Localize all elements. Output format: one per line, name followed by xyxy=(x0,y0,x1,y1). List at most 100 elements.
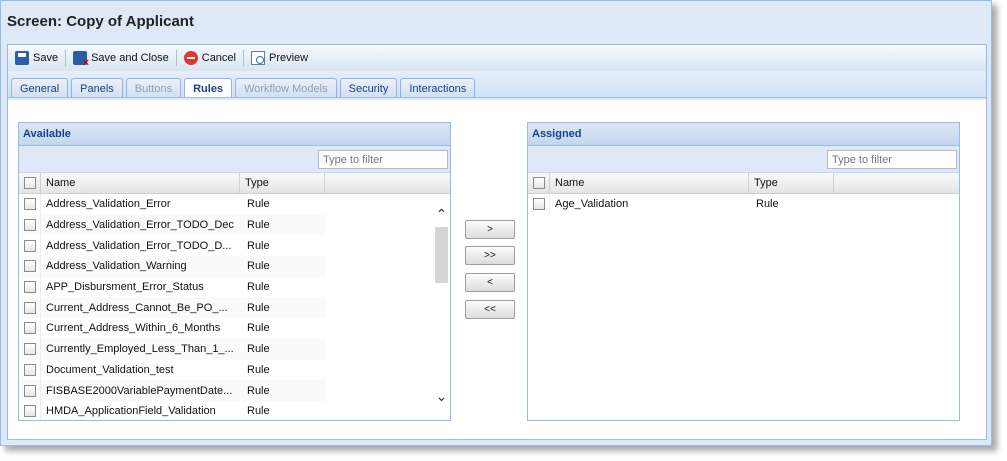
rule-name: Address_Validation_Error_TODO_Dec xyxy=(46,219,234,232)
rule-type: Rule xyxy=(756,198,779,211)
save-button[interactable]: Save xyxy=(12,48,61,68)
save-button-label: Save xyxy=(33,52,59,64)
available-select-all[interactable] xyxy=(19,173,41,193)
row-checkbox-cell[interactable] xyxy=(19,276,41,298)
assigned-filter-bar xyxy=(528,146,959,173)
row-checkbox-cell[interactable] xyxy=(19,297,41,319)
row-checkbox-cell[interactable] xyxy=(19,318,41,339)
toolbar-separator xyxy=(65,50,67,66)
table-row[interactable]: Address_Validation_Error_TODO_Dec Rule xyxy=(19,214,326,236)
row-checkbox[interactable] xyxy=(24,384,36,397)
row-checkbox-cell[interactable] xyxy=(528,194,550,215)
cancel-button[interactable]: Cancel xyxy=(181,48,239,68)
available-panel: Available Name Type ⌃ ⌄ Address_Validati… xyxy=(18,122,451,421)
rule-type: Rule xyxy=(247,239,270,252)
table-row[interactable]: Currently_Employed_Less_Than_1_... Rule xyxy=(19,338,326,360)
available-column-type[interactable]: Type xyxy=(240,173,325,193)
row-checkbox-cell[interactable] xyxy=(19,256,41,277)
preview-icon xyxy=(251,51,265,65)
row-checkbox-cell[interactable] xyxy=(19,214,41,236)
table-row[interactable]: Current_Address_Within_6_Months Rule xyxy=(19,318,326,339)
row-checkbox-cell[interactable] xyxy=(19,359,41,381)
row-checkbox[interactable] xyxy=(24,343,36,356)
add-selected-button[interactable]: > xyxy=(465,220,515,239)
table-row[interactable]: Document_Validation_test Rule xyxy=(19,359,326,381)
rule-type: Rule xyxy=(247,301,270,314)
table-row[interactable]: HMDA_ApplicationField_Validation Rule xyxy=(19,400,326,420)
table-row[interactable]: APP_Disbursment_Error_Status Rule xyxy=(19,276,326,298)
row-checkbox[interactable] xyxy=(24,219,36,232)
row-checkbox[interactable] xyxy=(24,363,36,376)
preview-button[interactable]: Preview xyxy=(248,48,311,68)
rule-name: Address_Validation_Error xyxy=(46,198,171,211)
rule-name: Address_Validation_Error_TODO_D... xyxy=(46,239,232,252)
available-filter-input[interactable] xyxy=(318,150,448,169)
rule-name: Current_Address_Cannot_Be_PO_... xyxy=(46,301,228,314)
rule-type: Rule xyxy=(247,384,270,397)
select-all-checkbox[interactable] xyxy=(533,177,545,189)
select-all-checkbox[interactable] xyxy=(24,177,36,189)
row-checkbox-cell[interactable] xyxy=(19,194,41,215)
available-filter-bar xyxy=(19,146,450,173)
toolbar: Save Save and Close Cancel Preview xyxy=(7,44,987,71)
assigned-select-all[interactable] xyxy=(528,173,550,193)
save-and-close-label: Save and Close xyxy=(91,52,169,64)
rule-type: Rule xyxy=(247,322,270,335)
cancel-icon xyxy=(183,51,198,65)
row-checkbox[interactable] xyxy=(24,322,36,335)
table-row[interactable]: Age_Validation Rule xyxy=(528,194,835,215)
table-row[interactable]: Current_Address_Cannot_Be_PO_... Rule xyxy=(19,297,326,319)
rule-name: Current_Address_Within_6_Months xyxy=(46,322,221,335)
rules-tab-content: Available Name Type ⌃ ⌄ Address_Validati… xyxy=(7,100,987,440)
save-icon xyxy=(15,51,29,65)
row-checkbox[interactable] xyxy=(24,301,36,314)
table-row[interactable]: Address_Validation_Warning Rule xyxy=(19,256,326,277)
remove-selected-button[interactable]: < xyxy=(465,273,515,292)
save-close-icon xyxy=(73,51,89,69)
rule-name: Age_Validation xyxy=(555,198,629,211)
available-panel-title: Available xyxy=(19,123,450,146)
scrollbar-thumb[interactable] xyxy=(435,227,448,283)
rule-name: FISBASE2000VariablePaymentDate... xyxy=(46,384,233,397)
rule-name: Currently_Employed_Less_Than_1_... xyxy=(46,343,234,356)
chevron-down-icon[interactable]: ⌄ xyxy=(433,388,450,405)
rule-name: Address_Validation_Warning xyxy=(46,260,187,273)
remove-all-button[interactable]: << xyxy=(465,300,515,319)
available-scrollbar[interactable]: ⌃ ⌄ xyxy=(433,194,450,420)
table-row[interactable]: Address_Validation_Error_TODO_D... Rule xyxy=(19,235,326,257)
assigned-grid-header: Name Type xyxy=(528,173,959,194)
row-checkbox[interactable] xyxy=(24,260,36,273)
rule-name: APP_Disbursment_Error_Status xyxy=(46,281,204,294)
assigned-column-type[interactable]: Type xyxy=(749,173,834,193)
preview-button-label: Preview xyxy=(269,52,309,64)
rule-type: Rule xyxy=(247,405,270,418)
add-all-button[interactable]: >> xyxy=(465,246,515,265)
rule-type: Rule xyxy=(247,363,270,376)
rule-type: Rule xyxy=(247,281,270,294)
toolbar-separator xyxy=(243,50,244,66)
chevron-up-icon[interactable]: ⌃ xyxy=(433,206,450,223)
save-and-close-button[interactable]: Save and Close xyxy=(70,48,172,69)
table-row[interactable]: Address_Validation_Error Rule xyxy=(19,194,326,215)
table-row[interactable]: FISBASE2000VariablePaymentDate... Rule xyxy=(19,380,326,401)
row-checkbox[interactable] xyxy=(24,239,36,252)
window-title: Screen: Copy of Applicant xyxy=(7,13,194,30)
row-checkbox[interactable] xyxy=(24,405,36,418)
assigned-panel-title: Assigned xyxy=(528,123,959,146)
rule-type: Rule xyxy=(247,260,270,273)
row-checkbox-cell[interactable] xyxy=(19,338,41,360)
row-checkbox[interactable] xyxy=(24,281,36,294)
row-checkbox-cell[interactable] xyxy=(19,380,41,401)
assigned-column-name[interactable]: Name xyxy=(550,173,749,193)
row-checkbox[interactable] xyxy=(24,198,36,211)
assigned-filter-input[interactable] xyxy=(827,150,957,169)
row-checkbox-cell[interactable] xyxy=(19,400,41,420)
row-checkbox[interactable] xyxy=(533,198,545,211)
row-checkbox-cell[interactable] xyxy=(19,235,41,257)
available-column-name[interactable]: Name xyxy=(41,173,240,193)
tab-bar: General Panels Buttons Rules Workflow Models… xyxy=(7,71,987,101)
assigned-grid-body: Age_Validation Rule xyxy=(528,194,959,420)
rule-name: Document_Validation_test xyxy=(46,363,174,376)
toolbar-separator xyxy=(175,50,177,66)
rule-name: HMDA_ApplicationField_Validation xyxy=(46,405,216,418)
